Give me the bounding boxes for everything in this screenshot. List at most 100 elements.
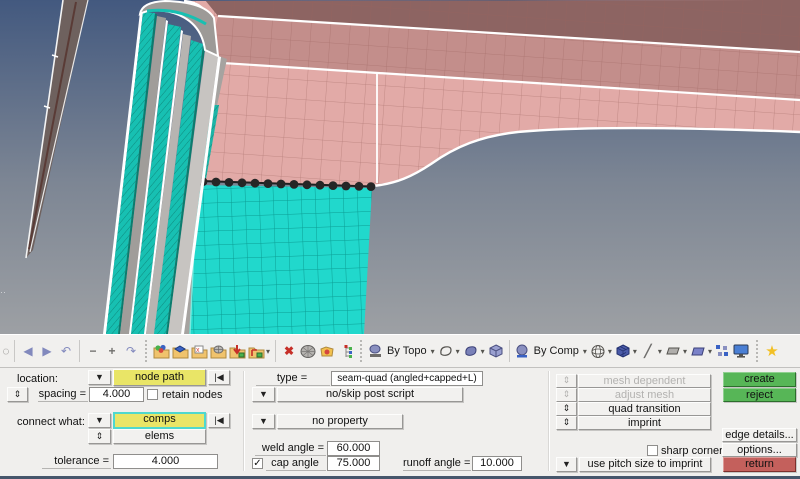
3d-element-icon[interactable] xyxy=(689,342,707,360)
dropdown-caret-icon[interactable]: ▾ xyxy=(633,347,637,356)
connect-what-label: connect what: xyxy=(17,416,85,428)
dropdown-caret-icon[interactable]: ▾ xyxy=(708,347,712,356)
dropdown-caret-icon[interactable]: ▾ xyxy=(583,347,587,356)
adjust-mesh-button: adjust mesh xyxy=(578,388,711,402)
separator xyxy=(14,340,15,362)
open-components-folder-icon[interactable] xyxy=(152,342,170,360)
type-label[interactable]: type = xyxy=(256,372,330,386)
cyan-mesh-block[interactable] xyxy=(189,184,372,334)
connect-switch-button[interactable]: ▼ xyxy=(88,413,111,428)
open-table-folder-icon[interactable]: x xyxy=(190,342,208,360)
pitch-size-button[interactable]: use pitch size to imprint xyxy=(579,457,711,472)
redo-icon[interactable]: ↷ xyxy=(122,342,140,360)
zoom-out-icon[interactable]: − xyxy=(84,342,102,360)
solid-cube-icon[interactable] xyxy=(487,342,505,360)
open-properties-folder-icon[interactable] xyxy=(171,342,189,360)
location-label: location: xyxy=(17,373,58,385)
dropdown-caret-icon[interactable]: ▾ xyxy=(481,347,485,356)
spacing-toggle-button[interactable]: ⇕ xyxy=(7,387,28,402)
imprint-toggle[interactable]: ⇕ xyxy=(556,416,577,430)
dropdown-caret-icon[interactable]: ▾ xyxy=(456,347,460,356)
forward-arrow-icon[interactable]: ▶ xyxy=(38,342,56,360)
elems-toggle-button[interactable]: ⇕ xyxy=(88,429,111,444)
separator xyxy=(755,340,758,362)
column-divider xyxy=(548,371,549,471)
spacing-label[interactable]: spacing = xyxy=(38,388,88,402)
topo-display-icon[interactable] xyxy=(367,342,385,360)
weld-angle-input[interactable]: 60.000 xyxy=(327,441,380,456)
location-entity-button[interactable]: node path xyxy=(113,369,206,386)
2d-element-icon[interactable] xyxy=(664,342,682,360)
morph-icon[interactable] xyxy=(318,342,336,360)
back-arrow-icon[interactable]: ◀ xyxy=(19,342,37,360)
return-button[interactable]: return xyxy=(723,457,796,472)
reverse-direction-icon[interactable]: |◀ xyxy=(208,413,230,428)
dropdown-caret-icon[interactable]: ▾ xyxy=(431,347,435,356)
separator xyxy=(275,340,277,362)
options-button[interactable]: options... xyxy=(722,443,797,457)
sharp-corner-checkbox[interactable] xyxy=(647,445,658,456)
property-switch-button[interactable]: ▼ xyxy=(252,414,275,429)
elems-button[interactable]: elems xyxy=(113,429,206,444)
wireframe-geometry-icon[interactable] xyxy=(437,342,455,360)
runoff-angle-input[interactable]: 10.000 xyxy=(472,456,522,471)
shaded-geometry-icon[interactable] xyxy=(462,342,480,360)
dropdown-caret-icon[interactable]: ▾ xyxy=(683,347,687,356)
line-mesh-panel: location: ▼ node path |◀ ⇕ spacing = 4.0… xyxy=(0,368,800,476)
tolerance-label[interactable]: tolerance = xyxy=(42,455,111,469)
shaded-elements-icon[interactable] xyxy=(614,342,632,360)
mesh-dependent-button: mesh dependent xyxy=(578,374,711,388)
quad-transition-button[interactable]: quad transition xyxy=(578,402,711,416)
by-topo-label[interactable]: By Topo xyxy=(387,345,427,357)
connect-entity-button[interactable]: comps xyxy=(113,412,206,429)
weld-angle-label[interactable]: weld angle = xyxy=(255,442,326,456)
runoff-angle-label[interactable]: runoff angle = xyxy=(403,457,471,471)
property-button[interactable]: no property xyxy=(277,414,403,429)
export-folder-icon[interactable] xyxy=(247,342,265,360)
favorites-star-icon[interactable]: ★ xyxy=(763,342,781,360)
undo-icon[interactable]: ↶ xyxy=(57,342,75,360)
column-divider xyxy=(243,371,244,471)
cap-angle-label[interactable]: cap angle xyxy=(266,457,326,471)
spacing-input[interactable]: 4.000 xyxy=(89,387,144,402)
retain-nodes-label: retain nodes xyxy=(162,389,223,401)
reject-button[interactable]: reject xyxy=(723,388,796,402)
comp-display-icon[interactable] xyxy=(514,342,532,360)
edge-details-button[interactable]: edge details... xyxy=(722,428,797,442)
1d-element-icon[interactable]: ╱ xyxy=(639,342,657,360)
tolerance-input[interactable]: 4.000 xyxy=(113,454,218,469)
viewport-3d[interactable]: ‥ xyxy=(0,0,800,334)
pitch-switch-button[interactable]: ▼ xyxy=(556,457,577,472)
zoom-in-icon[interactable]: + xyxy=(103,342,121,360)
axis-label-fragment: ‥ xyxy=(0,285,6,295)
adjust-mesh-toggle: ⇕ xyxy=(556,388,577,402)
by-comp-label[interactable]: By Comp xyxy=(534,345,579,357)
location-switch-button[interactable]: ▼ xyxy=(88,370,111,385)
cap-angle-input[interactable]: 75.000 xyxy=(327,456,380,471)
multi-elements-icon[interactable] xyxy=(714,342,732,360)
imprint-button[interactable]: imprint xyxy=(578,416,711,430)
reverse-direction-icon[interactable]: |◀ xyxy=(208,370,230,385)
dropdown-caret-icon[interactable]: ▾ xyxy=(608,347,612,356)
dropdown-caret-icon[interactable]: ▾ xyxy=(266,347,270,356)
dropdown-caret-icon[interactable]: ▾ xyxy=(658,347,662,356)
separator xyxy=(145,340,147,362)
separator xyxy=(360,340,363,362)
cap-angle-checkbox[interactable]: ✓ xyxy=(252,458,263,469)
type-value-field[interactable]: seam-quad (angled+capped+L) xyxy=(331,371,483,386)
post-script-switch-button[interactable]: ▼ xyxy=(252,387,275,402)
delete-icon[interactable]: ✖ xyxy=(280,342,298,360)
main-toolbar: ◌ ◀ ▶ ↶ − + ↷ x ▾ ✖ By Topo ▾ ▾ ▾ By Com… xyxy=(0,334,800,368)
wireframe-elements-icon[interactable] xyxy=(589,342,607,360)
faceted-sphere-icon[interactable] xyxy=(299,342,317,360)
clipped-icon[interactable]: ◌ xyxy=(2,342,10,360)
retain-nodes-checkbox[interactable] xyxy=(147,389,158,400)
quad-transition-toggle[interactable]: ⇕ xyxy=(556,402,577,416)
performance-graphics-icon[interactable] xyxy=(733,342,751,360)
create-button[interactable]: create xyxy=(723,372,796,387)
post-script-button[interactable]: no/skip post script xyxy=(277,387,463,402)
assembly-tree-icon[interactable] xyxy=(337,342,355,360)
import-folder-icon[interactable] xyxy=(228,342,246,360)
open-mesh-folder-icon[interactable] xyxy=(209,342,227,360)
separator xyxy=(508,340,510,362)
